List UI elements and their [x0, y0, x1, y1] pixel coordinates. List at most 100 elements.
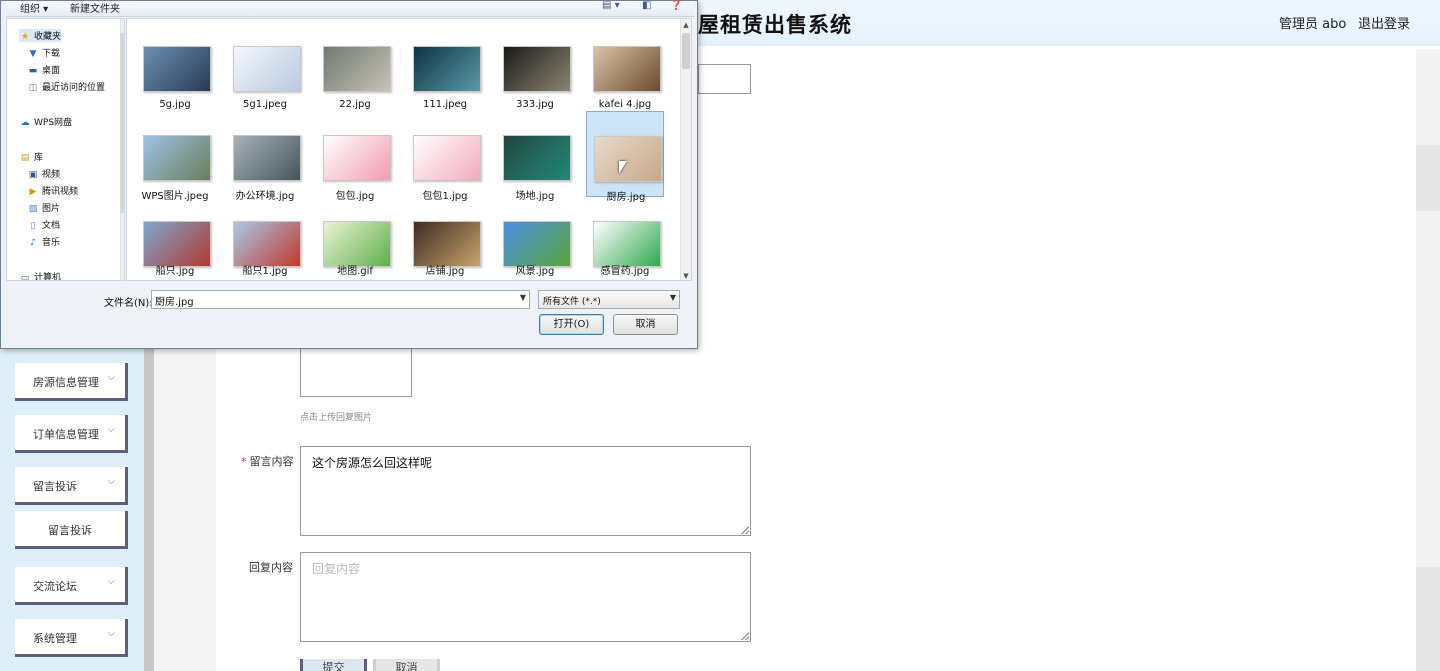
reply-image-upload[interactable] — [300, 349, 412, 397]
nav-item[interactable]: ▯ 文档 — [27, 218, 61, 231]
file-thumbnail — [233, 221, 301, 267]
file-thumbnail — [503, 135, 571, 181]
file-item[interactable]: 厨房.jpg — [586, 111, 664, 203]
page-scrollbar[interactable] — [1416, 49, 1440, 671]
sidebar-item-label: 订单信息管理 — [33, 428, 99, 441]
site-title: 屋租赁出售系统 — [698, 13, 852, 37]
preview-pane-icon[interactable]: ◧ — [642, 0, 651, 11]
nav-item[interactable]: ▶ 腾讯视频 — [27, 184, 78, 197]
scroll-down-icon[interactable]: ▼ — [681, 270, 691, 280]
nav-item[interactable]: ◫ 最近访问的位置 — [27, 80, 105, 93]
file-item[interactable]: 风景.jpg — [496, 203, 574, 279]
resize-grip-icon[interactable] — [741, 526, 749, 534]
nav-item-label: 收藏夹 — [34, 32, 62, 42]
file-name: 船只1.jpg — [242, 266, 288, 277]
message-value: 这个房源怎么回这样呢 — [312, 456, 433, 470]
sidebar-subitem-complaints[interactable]: 留言投诉 — [15, 511, 128, 549]
file-item[interactable]: 包包.jpg — [316, 111, 394, 202]
nav-item[interactable]: ▭ 计算机 — [19, 270, 61, 281]
nav-item[interactable]: ▨ 图片 — [27, 201, 60, 214]
file-item[interactable]: 111.jpeg — [406, 21, 484, 110]
file-item[interactable]: 店铺.jpg — [406, 203, 484, 279]
file-item[interactable]: 5g1.jpeg — [226, 21, 304, 110]
pictures-icon: ▨ — [28, 204, 38, 214]
help-icon[interactable]: ❓ — [670, 0, 682, 11]
nav-scrollbar[interactable] — [120, 19, 124, 280]
file-item[interactable]: 场地.jpg — [496, 111, 574, 202]
nav-item[interactable]: ☁ WPS网盘 — [19, 115, 73, 128]
sidebar-item-house-info[interactable]: 房源信息管理 ⌵ — [15, 363, 128, 401]
dialog-cancel-button[interactable]: 取消 — [613, 314, 678, 335]
sidebar-item-label: 房源信息管理 — [33, 376, 99, 389]
download-folder-icon: ▼ — [29, 49, 37, 59]
file-name: 厨房.jpg — [606, 192, 646, 203]
file-item[interactable]: 感冒药.jpg — [586, 203, 664, 279]
sidebar-item-orders[interactable]: 订单信息管理 ⌵ — [15, 415, 128, 453]
file-item[interactable]: 包包1.jpg — [406, 111, 484, 202]
file-name: 场地.jpg — [515, 191, 555, 202]
nav-item[interactable]: ▤ 库 — [19, 150, 43, 163]
file-thumbnail — [233, 135, 301, 181]
computer-icon: ▭ — [20, 273, 30, 281]
file-name: 风景.jpg — [515, 266, 555, 277]
sidebar-item-system[interactable]: 系统管理 ⌵ — [15, 619, 128, 657]
file-thumbnail — [143, 46, 211, 92]
cloud-icon: ☁ — [20, 118, 30, 128]
nav-item-label: 腾讯视频 — [42, 187, 79, 197]
message-textarea[interactable]: 这个房源怎么回这样呢 — [300, 446, 751, 536]
file-name: kafei 4.jpg — [598, 99, 652, 110]
file-name: 店铺.jpg — [425, 266, 465, 277]
reply-textarea[interactable]: 回复内容 — [300, 552, 751, 642]
tencent-video-icon: ▶ — [29, 187, 37, 197]
file-name: 船只.jpg — [155, 266, 195, 277]
organize-menu[interactable]: 组织 ▾ — [20, 0, 48, 15]
nav-item-label: 库 — [34, 153, 44, 163]
chevron-down-icon: ⌵ — [107, 476, 115, 487]
nav-item[interactable]: ▼ 下载 — [27, 46, 60, 59]
filename-value: 厨房.jpg — [155, 297, 194, 308]
mouse-cursor-icon — [619, 161, 627, 174]
nav-item[interactable]: ★ 收藏夹 — [19, 29, 62, 42]
recent-places-icon: ◫ — [28, 83, 38, 93]
file-name: WPS图片.jpeg — [141, 191, 209, 202]
resize-grip-icon[interactable] — [741, 632, 749, 640]
nav-item-label: 音乐 — [42, 238, 61, 248]
chevron-down-icon: ⌵ — [107, 424, 115, 435]
chevron-down-icon: ⌵ — [107, 576, 115, 587]
file-thumbnail — [594, 136, 662, 182]
admin-username: 管理员 abo — [1279, 17, 1347, 32]
form-text-field[interactable] — [698, 64, 751, 94]
file-list-pane: 感冒药.jpg 风景.jpg 店铺.jpg 地图.gif 船只1.jpg 船只.jpg 厨房… — [126, 18, 692, 281]
open-button[interactable]: 打开(O) — [539, 314, 604, 335]
file-item[interactable]: 船只1.jpg — [226, 203, 304, 279]
new-folder-button[interactable]: 新建文件夹 — [70, 0, 120, 15]
navigation-pane: ★ 收藏夹 ▼ 下载 ▬ 桌面 ◫ 最近访问的位置 ☁ WPS网盘 ▤ 库 ▣ 视频 ▶ 腾讯视频 ▨ 图片 ▯ 文档… — [6, 18, 125, 281]
nav-item[interactable]: ♪ 音乐 — [27, 235, 60, 248]
nav-item[interactable]: ▣ 视频 — [27, 167, 60, 180]
file-item[interactable]: 地图.gif — [316, 203, 394, 279]
sidebar-item-complaints[interactable]: 留言投诉 ⌵ — [15, 467, 128, 505]
scroll-up-icon[interactable]: ▲ — [681, 19, 691, 31]
view-options-icon[interactable]: ▤ ▾ — [602, 0, 620, 11]
sidebar-item-label: 留言投诉 — [33, 480, 77, 493]
nav-item-label: 下载 — [42, 49, 61, 59]
documents-icon: ▯ — [30, 221, 36, 231]
cancel-button[interactable]: 取消 — [373, 659, 440, 671]
logout-link[interactable]: 退出登录 — [1358, 13, 1410, 32]
file-type-select[interactable]: 所有文件 (*.*) ▼ — [538, 290, 680, 309]
file-item[interactable]: 22.jpg — [316, 21, 394, 110]
file-item[interactable]: 船只.jpg — [136, 203, 214, 279]
file-item[interactable]: 办公环境.jpg — [226, 111, 304, 202]
submit-button[interactable]: 提交 — [300, 659, 367, 671]
chevron-down-icon[interactable]: ▼ — [520, 293, 526, 302]
library-icon: ▤ — [20, 153, 30, 163]
sidebar-item-forum[interactable]: 交流论坛 ⌵ — [15, 567, 128, 605]
file-item[interactable]: 333.jpg — [496, 21, 574, 110]
file-scrollbar[interactable]: ▲ ▼ — [680, 19, 691, 280]
sidebar-item-label: 系统管理 — [33, 632, 77, 645]
filename-input[interactable]: 厨房.jpg ▼ — [151, 290, 530, 309]
file-item[interactable]: WPS图片.jpeg — [136, 111, 214, 202]
nav-item[interactable]: ▬ 桌面 — [27, 63, 60, 76]
file-item[interactable]: 5g.jpg — [136, 21, 214, 110]
file-item[interactable]: kafei 4.jpg — [586, 21, 664, 110]
